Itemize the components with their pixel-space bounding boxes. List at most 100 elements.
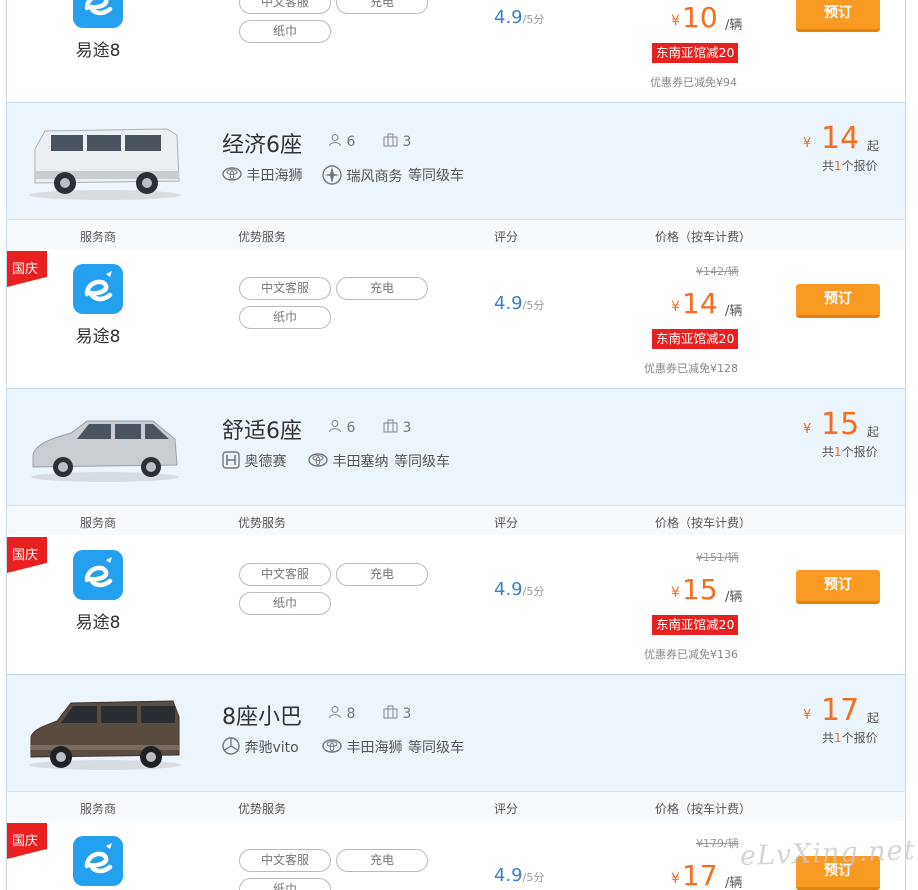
header-score: 评分	[494, 516, 519, 530]
quote-count: 共1个报价	[822, 445, 878, 459]
price-currency: ¥	[671, 299, 680, 315]
car-class-row[interactable]: 舒适6座 6 3 奥德赛 丰田塞纳 等同级车 ¥ 15 起 共1个报价	[6, 388, 906, 505]
service-tag: 纸巾	[239, 306, 331, 329]
brand-jac: 瑞风商务	[322, 165, 402, 189]
from-price: 15	[821, 407, 860, 442]
price-value: 15	[682, 573, 718, 606]
toyota-logo-icon	[322, 739, 342, 757]
provider-name[interactable]: 易途8	[53, 608, 143, 633]
person-icon	[328, 133, 342, 151]
quote-count: 共1个报价	[822, 159, 878, 173]
toyota-logo-icon	[308, 453, 328, 471]
car-class-name[interactable]: 8座小巴	[222, 699, 302, 731]
price-unit: /辆	[725, 18, 743, 33]
price-unit: /辆	[725, 304, 743, 319]
price-value: 14	[682, 287, 718, 320]
promo-badge: 东南亚馆减20	[652, 43, 739, 63]
header-service: 优势服务	[238, 802, 287, 816]
header-price: 价格（按车计费）	[655, 516, 752, 530]
original-price: ¥142/辆	[696, 265, 739, 278]
festival-ribbon: 国庆	[7, 251, 47, 287]
luggage-icon	[383, 705, 398, 723]
honda-logo-icon	[222, 451, 240, 473]
provider-row: 易途8 中文客服 充电 纸巾 4.9/5分 ¥ 10 /辆 东南亚馆减20 优惠…	[6, 0, 906, 102]
book-button[interactable]: 预订	[796, 570, 880, 604]
from-label: 起	[867, 425, 880, 439]
service-tag: 纸巾	[239, 20, 331, 43]
quote-count: 共1个报价	[822, 731, 878, 745]
price-currency: ¥	[671, 871, 680, 887]
price-currency: ¥	[671, 585, 680, 601]
header-price: 价格（按车计费）	[655, 802, 752, 816]
service-tag: 中文客服	[239, 0, 331, 14]
original-price: ¥179/辆	[696, 837, 739, 850]
book-button[interactable]: 预订	[796, 284, 880, 318]
festival-ribbon: 国庆	[7, 537, 47, 573]
seat-count: 6	[328, 419, 355, 437]
provider-row: 国庆 易途8 中文客服 充电 纸巾 4.9/5分 ¥142/辆 ¥ 14 /辆 …	[6, 249, 906, 388]
jac-logo-icon	[322, 165, 342, 189]
header-price: 价格（按车计费）	[655, 230, 752, 244]
from-label: 起	[867, 139, 880, 153]
brand-toyota: 丰田海狮	[322, 737, 402, 757]
book-button[interactable]: 预订	[796, 0, 880, 32]
header-score: 评分	[494, 802, 519, 816]
equivalent-note: 等同级车	[408, 740, 464, 756]
yitu8-logo[interactable]	[73, 0, 123, 28]
service-tag: 充电	[336, 0, 428, 14]
original-price: ¥151/辆	[696, 551, 739, 564]
luggage-icon	[383, 133, 398, 151]
equivalent-note: 等同级车	[394, 454, 450, 470]
promo-badge: 东南亚馆减20	[652, 615, 739, 635]
service-tag: 纸巾	[239, 878, 331, 890]
provider-row: 国庆 易途8 中文客服 充电 纸巾 4.9/5分 ¥151/辆 ¥ 15 /辆 …	[6, 535, 906, 674]
from-currency: ¥	[803, 708, 812, 723]
seat-count: 8	[328, 705, 355, 723]
table-header: 服务商 优势服务 评分 价格（按车计费）	[6, 791, 906, 821]
car-class-name[interactable]: 经济6座	[222, 127, 302, 159]
yitu8-logo[interactable]	[73, 264, 123, 314]
provider-name[interactable]: 易途8	[53, 36, 143, 61]
table-header: 服务商 优势服务 评分 价格（按车计费）	[6, 505, 906, 535]
from-price: 17	[821, 693, 860, 728]
person-icon	[328, 705, 342, 723]
price-currency: ¥	[671, 13, 680, 29]
service-tag: 充电	[336, 277, 428, 300]
brand-toyota: 丰田海狮	[222, 165, 302, 185]
service-tag: 充电	[336, 563, 428, 586]
coupon-note: 优惠券已减免¥136	[644, 648, 738, 661]
luggage-icon	[383, 419, 398, 437]
from-label: 起	[867, 711, 880, 725]
service-tag: 中文客服	[239, 563, 331, 586]
luggage-count: 3	[383, 419, 411, 437]
rating-score: 4.9/5分	[494, 865, 545, 886]
service-tag: 纸巾	[239, 592, 331, 615]
car-rental-list: 易途8 中文客服 充电 纸巾 4.9/5分 ¥ 10 /辆 东南亚馆减20 优惠…	[0, 0, 918, 890]
table-header: 服务商 优势服务 评分 价格（按车计费）	[6, 219, 906, 249]
provider-name[interactable]: 易途8	[53, 322, 143, 347]
yitu8-logo[interactable]	[73, 550, 123, 600]
toyota-logo-icon	[222, 167, 242, 185]
car-class-row[interactable]: 经济6座 6 3 丰田海狮 瑞风商务 等同级车 ¥ 14 起 共1个报价	[6, 102, 906, 219]
service-tag: 中文客服	[239, 849, 331, 872]
car-class-name[interactable]: 舒适6座	[222, 413, 302, 445]
luggage-count: 3	[383, 133, 411, 151]
mercedes-logo-icon	[222, 737, 240, 759]
price-unit: /辆	[725, 876, 743, 890]
coupon-note: 优惠券已减免¥128	[644, 362, 738, 375]
van-image	[29, 128, 181, 200]
yitu8-logo[interactable]	[73, 836, 123, 886]
service-tag: 充电	[336, 849, 428, 872]
person-icon	[328, 419, 342, 437]
service-tag: 中文客服	[239, 277, 331, 300]
price-value: 10	[682, 1, 718, 34]
equivalent-note: 等同级车	[408, 168, 464, 184]
festival-ribbon: 国庆	[7, 823, 47, 859]
header-service: 优势服务	[238, 230, 287, 244]
watermark: eLvXing.net	[739, 834, 916, 873]
header-provider: 服务商	[80, 230, 117, 244]
price-value: 17	[682, 859, 718, 890]
car-class-row[interactable]: 8座小巴 8 3 奔驰vito 丰田海狮 等同级车 ¥ 17 起 共1个报价	[6, 674, 906, 791]
minibus-image	[29, 700, 181, 770]
luggage-count: 3	[383, 705, 411, 723]
